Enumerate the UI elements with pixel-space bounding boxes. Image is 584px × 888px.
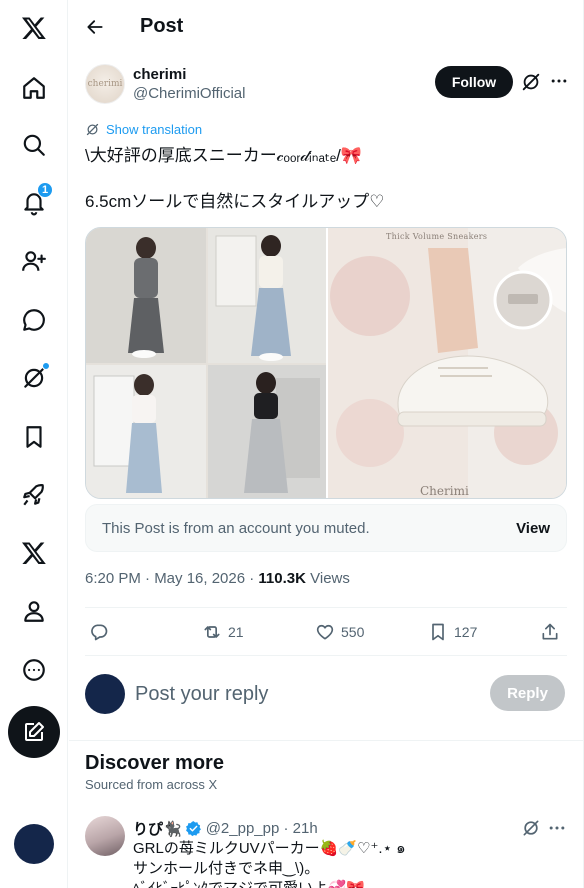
search-icon[interactable] <box>8 119 60 171</box>
discover-more-section: Discover more Sourced from across X <box>85 752 224 792</box>
bookmark-action[interactable]: 127 <box>428 616 477 648</box>
media-heading-text: Thick Volume Sneakers <box>386 232 488 241</box>
more-options-icon[interactable] <box>547 818 567 838</box>
compose-icon <box>25 722 44 741</box>
page-title: Post <box>140 15 184 37</box>
show-translation-label: Show translation <box>106 122 203 137</box>
muted-account-notice: This Post is from an account you muted. … <box>85 504 567 552</box>
heart-icon <box>316 624 334 640</box>
home-icon[interactable] <box>8 62 60 114</box>
follow-people-icon[interactable] <box>8 235 60 287</box>
bookmark-count: 127 <box>454 624 478 640</box>
muted-notice-text: This Post is from an account you muted. <box>102 519 370 537</box>
media-image-outfits[interactable] <box>86 228 326 498</box>
premium-x-icon[interactable] <box>8 527 60 579</box>
divider <box>85 655 567 656</box>
notifications-icon[interactable]: 1 <box>8 177 60 229</box>
profile-icon[interactable] <box>8 585 60 637</box>
reply-composer: Post your reply Reply <box>85 672 567 716</box>
page-header: Post <box>69 0 583 53</box>
rec-text-line-2: サンホール付きでネ申‿\)。 <box>133 860 320 877</box>
repost-count: 21 <box>228 624 244 640</box>
follow-button[interactable]: Follow <box>435 66 513 98</box>
grok-icon[interactable] <box>8 352 60 404</box>
views-count: 110.3K <box>258 570 306 587</box>
avatar-logo-text: cherimi <box>87 79 123 89</box>
back-arrow-icon[interactable] <box>85 17 105 37</box>
show-translation-link[interactable]: Show translation <box>85 122 202 137</box>
business-rocket-icon[interactable] <box>8 469 60 521</box>
author-display-name[interactable]: cherimi <box>133 65 245 84</box>
main-column: Post cherimi cherimi @CherimiOfficial Fo… <box>69 0 584 888</box>
messages-icon[interactable] <box>8 294 60 346</box>
compose-post-button[interactable] <box>8 706 60 758</box>
repost-icon <box>204 626 220 638</box>
x-logo-icon[interactable] <box>8 2 60 54</box>
rec-author-name[interactable]: りぴ🐈‍⬛ <box>133 818 182 839</box>
rec-post-text: GRLの苺ミルクUVパーカー🍓🍼♡⁺.⋆ ๑ サンホール付きでネ申‿\)。 ﾍﾞ… <box>133 839 433 888</box>
verified-badge-icon <box>185 821 201 837</box>
views-label: Views <box>305 570 350 587</box>
nav-rail: 1 <box>0 0 68 888</box>
post-timestamp[interactable]: 6:20 PM · May 16, 2026 · <box>85 570 258 587</box>
grok-translate-icon <box>86 123 99 136</box>
view-muted-post-button[interactable]: View <box>516 520 550 537</box>
new-indicator-dot <box>42 362 50 370</box>
reply-avatar <box>85 674 125 714</box>
discover-title: Discover more <box>85 752 224 774</box>
grok-explain-icon[interactable] <box>521 818 541 838</box>
post-actions: 21 550 127 <box>85 616 567 648</box>
post-media[interactable]: Thick Volume Sneakers Cherimi <box>85 227 567 499</box>
rec-text-line-3: ﾍﾞｲﾋﾞｰﾋﾟﾝｸでマジで可愛いよ💞🎀 <box>133 879 433 888</box>
share-action[interactable] <box>540 616 566 648</box>
like-action[interactable]: 550 <box>315 616 364 648</box>
rec-author-handle[interactable]: @2_pp_pp · 21h <box>206 820 318 837</box>
reply-input[interactable]: Post your reply <box>135 683 268 706</box>
grok-explain-icon[interactable] <box>520 71 542 93</box>
section-divider <box>69 740 584 741</box>
divider <box>85 607 567 608</box>
rec-text-line-1: GRLの苺ミルクUVパーカー🍓🍼♡⁺.⋆ ๑ <box>133 840 406 857</box>
media-brand-text: Cherimi <box>420 484 469 498</box>
more-options-icon[interactable] <box>549 71 569 91</box>
like-count: 550 <box>341 624 365 640</box>
media-image-sneakers[interactable]: Thick Volume Sneakers Cherimi <box>326 228 566 498</box>
rec-author-avatar[interactable] <box>85 816 125 856</box>
notifications-badge: 1 <box>37 182 53 198</box>
account-avatar[interactable] <box>14 824 54 864</box>
bookmark-icon <box>432 623 444 641</box>
outfit-collage-image <box>86 228 326 498</box>
rec-author-row: りぴ🐈‍⬛ @2_pp_pp · 21h <box>133 818 318 839</box>
more-circle-icon[interactable] <box>8 644 60 696</box>
reply-button[interactable]: Reply <box>490 675 565 711</box>
author-avatar[interactable]: cherimi <box>85 64 125 104</box>
sneakers-product-image <box>328 228 566 498</box>
reply-icon <box>91 624 108 641</box>
post-text-line-2: 6.5cmソールで自然にスタイルアップ♡ <box>85 192 385 211</box>
reply-action[interactable] <box>89 616 115 648</box>
bookmarks-icon[interactable] <box>8 411 60 463</box>
discover-subtitle: Sourced from across X <box>85 777 218 792</box>
repost-action[interactable]: 21 <box>202 616 244 648</box>
author-handle[interactable]: @CherimiOfficial <box>133 84 245 103</box>
post-meta: 6:20 PM · May 16, 2026 · 110.3K Views <box>85 570 350 587</box>
post-text-line-1: \大好評の厚底スニーカー𝒸ₒₒᵣ𝒹ᵢₙₐₜₑ/🎀 <box>85 146 363 165</box>
share-icon <box>542 623 558 640</box>
